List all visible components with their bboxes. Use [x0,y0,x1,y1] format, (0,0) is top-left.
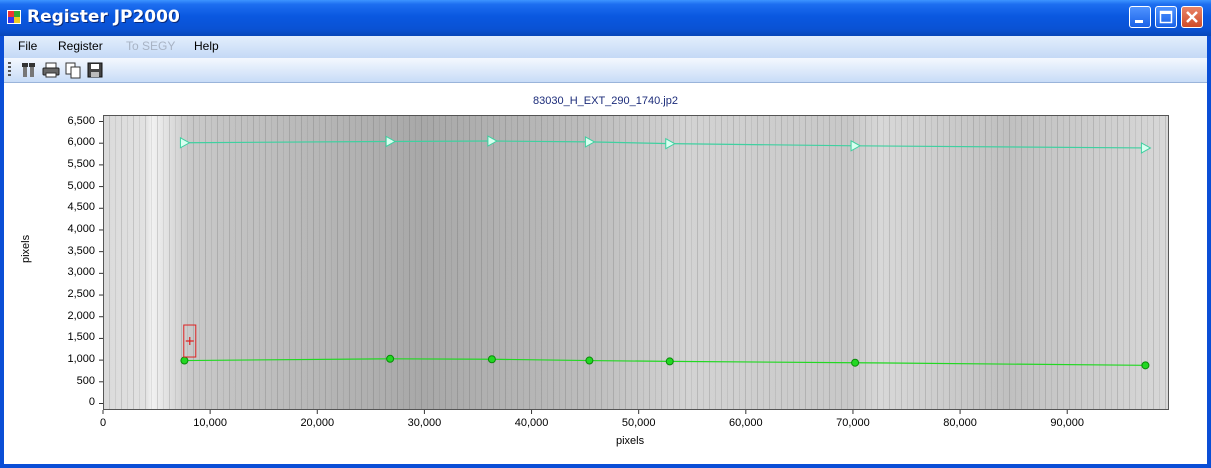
control-point-triangle [850,139,862,152]
control-point-triangle [385,135,397,148]
y-tick-label: 2,500 [67,288,95,301]
x-tick-label: 20,000 [300,417,335,429]
y-tick-label: 5,000 [67,179,95,192]
control-point-circle [386,354,395,363]
x-tick-label: 0 [99,417,107,429]
x-tick-label: 50,000 [621,417,656,429]
control-point-circle [585,356,594,365]
control-point-circle [1141,361,1150,370]
control-point-circle [665,357,674,366]
control-point-circle [180,356,189,365]
control-point-triangle [487,135,498,147]
y-tick-label: 0 [88,396,95,409]
y-tick-label: 3,000 [67,266,95,279]
x-tick-label: 80,000 [943,417,977,429]
y-tick-label: 2,000 [67,309,95,322]
control-point-circle [851,358,860,367]
x-tick-label: 30,000 [407,417,442,429]
y-tick-label: 6,000 [67,136,95,149]
y-tick-label: 500 [76,374,95,387]
x-tick-label: 90,000 [1050,417,1085,429]
control-point-triangle [1140,142,1152,154]
control-point-triangle [179,136,191,149]
y-tick-label: 5,500 [67,157,95,170]
y-tick-label: 4,500 [67,201,95,214]
y-tick-label: 6,500 [67,114,95,127]
x-tick-label: 10,000 [193,417,227,429]
y-tick-label: 3,500 [67,244,95,257]
chart-overlay [99,121,1152,414]
selection-marker [185,337,194,346]
series-line [184,140,1146,149]
y-tick-label: 1,000 [67,353,95,366]
control-point-triangle [584,136,596,148]
y-axis-label: pixels [20,234,32,263]
y-tick-label: 1,500 [67,331,95,344]
x-tick-label: 40,000 [514,417,549,429]
y-tick-label: 4,000 [67,222,95,235]
x-tick-label: 70,000 [836,417,870,429]
control-point-circle [487,355,496,364]
series-line [184,358,1146,366]
x-axis-label: pixels [616,435,645,447]
x-tick-label: 60,000 [728,417,763,429]
control-point-triangle [665,137,676,150]
